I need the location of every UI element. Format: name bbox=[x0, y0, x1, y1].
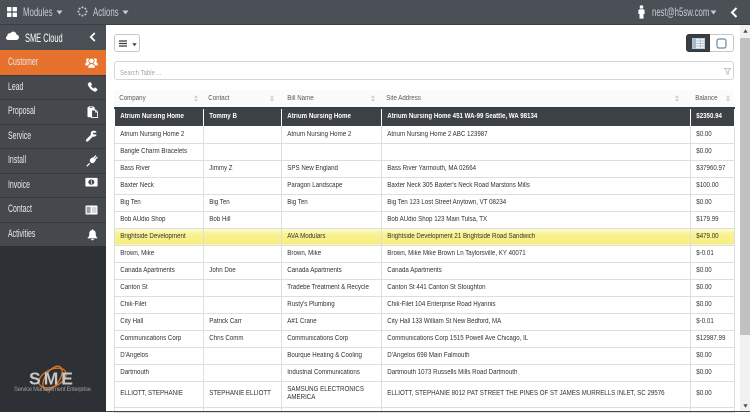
svg-text:Service Management Enterprise: Service Management Enterprise bbox=[14, 387, 92, 393]
svg-text:SME: SME bbox=[29, 369, 76, 389]
